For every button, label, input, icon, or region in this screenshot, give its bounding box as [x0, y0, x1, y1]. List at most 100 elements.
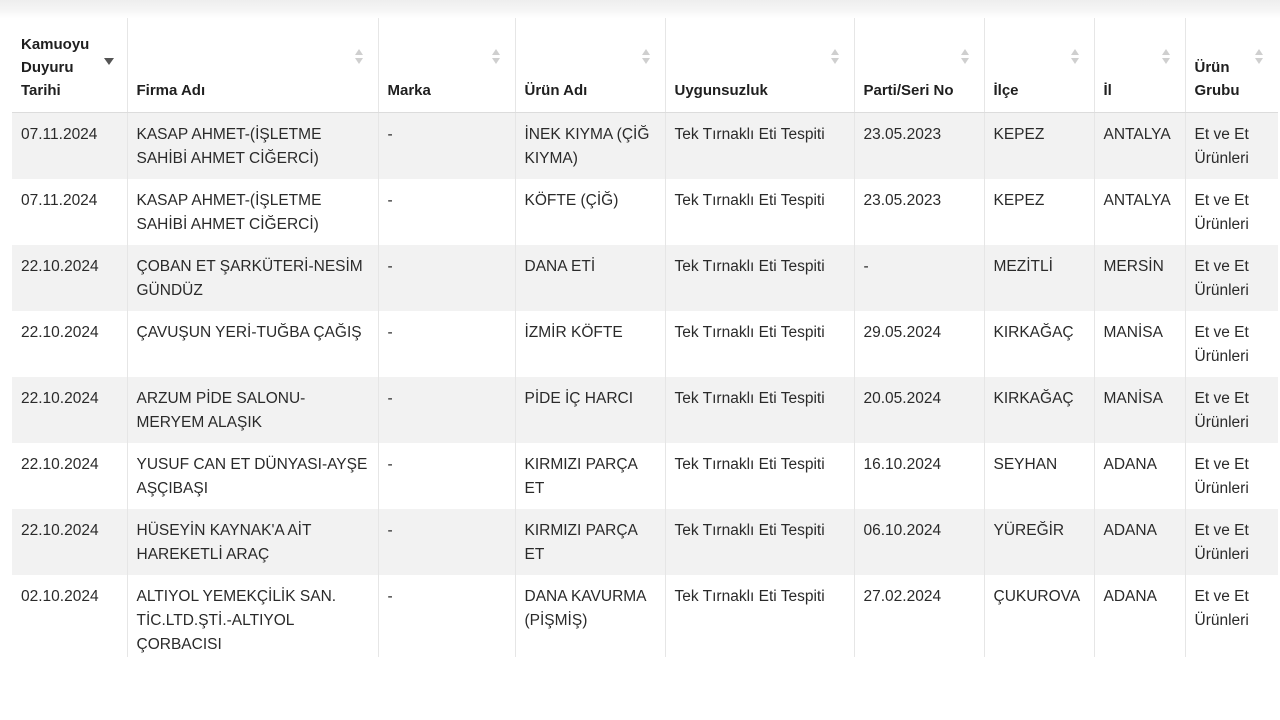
cell-batch-no: -: [853, 244, 984, 311]
table-row: 22.10.2024 ARZUM PİDE SALONU-MERYEM ALAŞI…: [12, 376, 1278, 443]
cell-product-name: KIRMIZI PARÇA ET: [514, 442, 665, 509]
cell-district: KIRKAĞAÇ: [983, 376, 1094, 443]
cell-district: KIRKAĞAÇ: [983, 310, 1094, 377]
table-row: 02.10.2024 ALTIYOL YEMEKÇİLİK SAN. TİC.LT…: [12, 574, 1278, 657]
cell-announcement-date: 22.10.2024: [12, 310, 127, 377]
cell-product-group: Et ve Et Ürünleri: [1184, 244, 1278, 311]
top-shadow: [0, 0, 1280, 18]
table-row: 07.11.2024 KASAP AHMET-(İŞLETME SAHİBİ AH…: [12, 178, 1278, 245]
cell-announcement-date: 22.10.2024: [12, 508, 127, 575]
cell-province: ADANA: [1093, 574, 1185, 657]
sort-icon: [641, 48, 651, 66]
column-header-label: İlçe: [993, 82, 1019, 99]
column-header-label: Ürün Grubu: [1194, 59, 1240, 99]
sort-icon: [1161, 48, 1171, 66]
cell-company-name: HÜSEYİN KAYNAK'A AİT HAREKETLİ ARAÇ: [126, 508, 378, 575]
cell-product-group: Et ve Et Ürünleri: [1184, 112, 1278, 179]
cell-batch-no: 23.05.2023: [853, 112, 984, 179]
cell-product-name: DANA KAVURMA (PİŞMİŞ): [514, 574, 665, 657]
cell-batch-no: 23.05.2023: [853, 178, 984, 245]
cell-announcement-date: 22.10.2024: [12, 244, 127, 311]
cell-brand: -: [377, 442, 515, 509]
cell-product-name: İNEK KIYMA (ÇİĞ KIYMA): [514, 112, 665, 179]
cell-province: ADANA: [1093, 508, 1185, 575]
cell-province: ADANA: [1093, 442, 1185, 509]
sort-icon: [960, 48, 970, 66]
sort-icon: [354, 48, 364, 66]
cell-nonconformity: Tek Tırnaklı Eti Tespiti: [664, 574, 854, 657]
cell-product-name: KÖFTE (ÇİĞ): [514, 178, 665, 245]
column-header-label: Firma Adı: [136, 82, 206, 99]
cell-batch-no: 20.05.2024: [853, 376, 984, 443]
cell-company-name: ALTIYOL YEMEKÇİLİK SAN. TİC.LTD.ŞTİ.-ALT…: [126, 574, 378, 657]
column-header-label: Kamuoyu Duyuru Tarihi: [21, 36, 90, 99]
cell-product-group: Et ve Et Ürünleri: [1184, 310, 1278, 377]
cell-province: MERSİN: [1093, 244, 1185, 311]
column-header-label: Marka: [387, 82, 431, 99]
column-header-company-name[interactable]: Firma Adı: [126, 18, 378, 113]
cell-province: ANTALYA: [1093, 178, 1185, 245]
column-header-batch-no[interactable]: Parti/Seri No: [853, 18, 984, 113]
cell-batch-no: 06.10.2024: [853, 508, 984, 575]
cell-brand: -: [377, 574, 515, 657]
table-row: 22.10.2024 YUSUF CAN ET DÜNYASI-AYŞE AŞÇI…: [12, 442, 1278, 509]
cell-product-group: Et ve Et Ürünleri: [1184, 508, 1278, 575]
table-row: 22.10.2024 ÇOBAN ET ŞARKÜTERİ-NESİM GÜNDÜ…: [12, 244, 1278, 311]
cell-brand: -: [377, 508, 515, 575]
column-header-label: Uygunsuzluk: [674, 82, 768, 99]
cell-announcement-date: 07.11.2024: [12, 178, 127, 245]
column-header-label: Parti/Seri No: [863, 82, 954, 99]
sort-icon: [1255, 48, 1264, 66]
cell-nonconformity: Tek Tırnaklı Eti Tespiti: [664, 178, 854, 245]
table-row: 22.10.2024 HÜSEYİN KAYNAK'A AİT HAREKETLİ…: [12, 508, 1278, 575]
recall-table: Kamuoyu Duyuru Tarihi Firma Adı Marka Ür…: [12, 18, 1278, 657]
column-header-brand[interactable]: Marka: [377, 18, 515, 113]
cell-announcement-date: 07.11.2024: [12, 112, 127, 179]
cell-product-group: Et ve Et Ürünleri: [1184, 376, 1278, 443]
cell-announcement-date: 22.10.2024: [12, 442, 127, 509]
cell-company-name: KASAP AHMET-(İŞLETME SAHİBİ AHMET CİĞERC…: [126, 112, 378, 179]
header-row: Kamuoyu Duyuru Tarihi Firma Adı Marka Ür…: [12, 18, 1278, 113]
column-header-product-group[interactable]: Ürün Grubu: [1184, 18, 1278, 113]
cell-nonconformity: Tek Tırnaklı Eti Tespiti: [664, 112, 854, 179]
cell-nonconformity: Tek Tırnaklı Eti Tespiti: [664, 508, 854, 575]
cell-announcement-date: 22.10.2024: [12, 376, 127, 443]
recall-table-container: Kamuoyu Duyuru Tarihi Firma Adı Marka Ür…: [12, 18, 1278, 657]
cell-nonconformity: Tek Tırnaklı Eti Tespiti: [664, 376, 854, 443]
column-header-announcement-date[interactable]: Kamuoyu Duyuru Tarihi: [12, 18, 127, 113]
cell-nonconformity: Tek Tırnaklı Eti Tespiti: [664, 442, 854, 509]
cell-district: ÇUKUROVA: [983, 574, 1094, 657]
cell-product-name: KIRMIZI PARÇA ET: [514, 508, 665, 575]
cell-product-name: DANA ETİ: [514, 244, 665, 311]
sort-icon: [830, 48, 840, 66]
cell-brand: -: [377, 178, 515, 245]
sort-desc-icon: [103, 55, 114, 73]
cell-district: SEYHAN: [983, 442, 1094, 509]
column-header-nonconformity[interactable]: Uygunsuzluk: [664, 18, 854, 113]
cell-product-group: Et ve Et Ürünleri: [1184, 442, 1278, 509]
cell-nonconformity: Tek Tırnaklı Eti Tespiti: [664, 244, 854, 311]
cell-brand: -: [377, 376, 515, 443]
cell-province: MANİSA: [1093, 376, 1185, 443]
column-header-district[interactable]: İlçe: [983, 18, 1094, 113]
cell-province: MANİSA: [1093, 310, 1185, 377]
cell-company-name: KASAP AHMET-(İŞLETME SAHİBİ AHMET CİĞERC…: [126, 178, 378, 245]
cell-company-name: ÇAVUŞUN YERİ-TUĞBA ÇAĞIŞ: [126, 310, 378, 377]
cell-product-group: Et ve Et Ürünleri: [1184, 178, 1278, 245]
cell-brand: -: [377, 112, 515, 179]
cell-product-group: Et ve Et Ürünleri: [1184, 574, 1278, 657]
sort-icon: [491, 48, 501, 66]
cell-product-name: İZMİR KÖFTE: [514, 310, 665, 377]
cell-nonconformity: Tek Tırnaklı Eti Tespiti: [664, 310, 854, 377]
table-row: 07.11.2024 KASAP AHMET-(İŞLETME SAHİBİ AH…: [12, 112, 1278, 179]
column-header-province[interactable]: İl: [1093, 18, 1185, 113]
cell-brand: -: [377, 244, 515, 311]
cell-announcement-date: 02.10.2024: [12, 574, 127, 657]
sort-icon: [1070, 48, 1080, 66]
cell-company-name: YUSUF CAN ET DÜNYASI-AYŞE AŞÇIBAŞI: [126, 442, 378, 509]
column-header-product-name[interactable]: Ürün Adı: [514, 18, 665, 113]
cell-product-name: PİDE İÇ HARCI: [514, 376, 665, 443]
cell-batch-no: 27.02.2024: [853, 574, 984, 657]
column-header-label: Ürün Adı: [524, 82, 588, 99]
cell-district: KEPEZ: [983, 178, 1094, 245]
